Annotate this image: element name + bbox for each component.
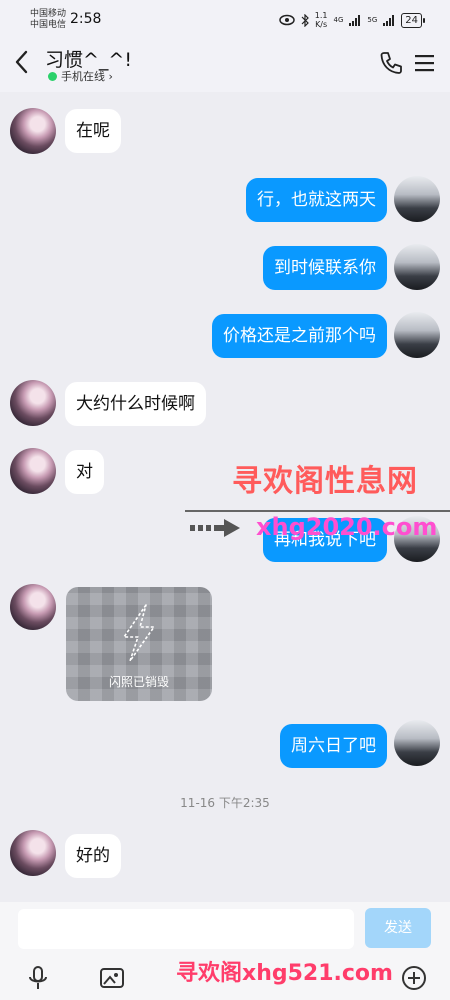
my-avatar[interactable] (394, 312, 440, 358)
watermark-text: 寻欢阁性息网 (232, 464, 418, 499)
carrier-2: 中国电信 (30, 20, 67, 30)
message-bubble[interactable]: 周六日了吧 (280, 724, 387, 768)
watermark-footer: 寻欢阁xhg521.com (176, 961, 393, 986)
contact-avatar[interactable] (10, 380, 56, 426)
flash-photo-label: 闪照已销毁 (108, 675, 169, 689)
my-avatar[interactable] (394, 244, 440, 290)
arrow-icon (190, 519, 240, 537)
message-bubble[interactable]: 大约什么时候啊 (65, 382, 206, 426)
phone-icon[interactable] (378, 50, 404, 76)
timestamp: 11-16 下午2:35 (180, 796, 270, 810)
eye-icon (279, 14, 295, 26)
online-dot-icon (48, 71, 57, 81)
status-bar: 中国移动 中国电信 2:58 1.1 K/s 4G 5G 24 (0, 0, 450, 36)
online-status-label: 手机在线 › (61, 70, 113, 83)
signal-icon (349, 14, 361, 26)
clock: 2:58 (70, 11, 102, 27)
watermark-url: xhg2020.com (256, 513, 438, 541)
message-bubble[interactable]: 价格还是之前那个吗 (212, 314, 387, 358)
message-bubble[interactable]: 对 (65, 450, 104, 494)
net-speed-value: 1.1 (314, 11, 328, 20)
contact-avatar[interactable] (10, 448, 56, 494)
back-icon[interactable] (10, 48, 34, 76)
signal-label-1: 4G (333, 16, 344, 24)
net-speed-unit: K/s (315, 20, 328, 29)
message-list[interactable]: 在呢 行，也就这两天 到时候联系你 价格还是之前那个吗 大约什么时候啊 对 再和… (0, 92, 450, 902)
flash-photo[interactable]: 闪照已销毁 (66, 587, 212, 701)
message-bubble[interactable]: 好的 (65, 834, 121, 878)
my-avatar[interactable] (394, 720, 440, 766)
online-status[interactable]: 手机在线 › (48, 68, 113, 84)
plus-icon[interactable] (400, 964, 428, 992)
message-input[interactable] (18, 909, 354, 949)
carrier-1: 中国移动 (30, 9, 67, 19)
battery-icon: 24 (401, 12, 425, 28)
contact-avatar[interactable] (10, 830, 56, 876)
contact-avatar[interactable] (10, 584, 56, 630)
message-bubble[interactable]: 行，也就这两天 (246, 178, 387, 222)
menu-icon[interactable] (412, 50, 438, 76)
status-icons: 1.1 K/s 4G 5G 24 (279, 11, 425, 29)
chat-header: 习惯^_^! 手机在线 › (0, 36, 450, 92)
bluetooth-icon (301, 13, 309, 27)
my-avatar[interactable] (394, 176, 440, 222)
message-bubble[interactable]: 到时候联系你 (263, 246, 387, 290)
contact-avatar[interactable] (10, 108, 56, 154)
image-icon[interactable] (98, 964, 126, 992)
message-bubble[interactable]: 在呢 (65, 109, 121, 153)
lightning-icon (123, 604, 155, 662)
signal-icon (383, 14, 395, 26)
watermark-divider (185, 510, 450, 512)
signal-label-2: 5G (367, 16, 378, 24)
net-speed: 1.1 K/s (315, 11, 328, 29)
composer: 发送 寻欢阁xhg521.com (0, 902, 450, 1000)
carrier-info: 中国移动 中国电信 (30, 9, 66, 31)
send-button[interactable]: 发送 (365, 908, 431, 948)
mic-icon[interactable] (24, 964, 52, 992)
